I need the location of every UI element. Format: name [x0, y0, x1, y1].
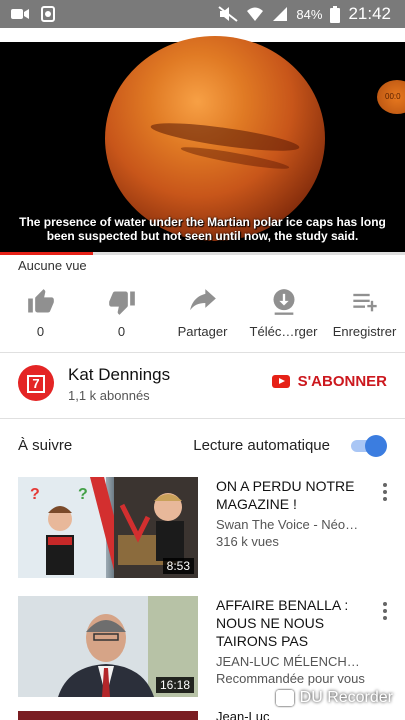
video-thumbnail[interactable]: 16:18 [18, 596, 198, 697]
toggle-knob [365, 435, 387, 457]
list-item[interactable]: Jean-Luc [0, 709, 405, 720]
recorder-watermark: DU Recorder [275, 689, 393, 707]
download-icon [273, 289, 294, 315]
divider [0, 418, 405, 419]
dislike-button[interactable]: 0 [81, 280, 162, 352]
list-item[interactable]: ? ? 8:53 ON A PERDU NOTRE MAGAZINE ! Swa… [0, 477, 405, 582]
video-title[interactable]: AFFAIRE BENALLA : NOUS NE NOUS TAIRONS P… [216, 596, 366, 650]
video-player[interactable]: 00:0 The presence of water under the Mar… [0, 28, 405, 254]
save-button[interactable]: Enregistrer [324, 280, 405, 352]
download-button[interactable]: Téléc…rger [243, 280, 324, 352]
channel-row[interactable]: 7 Kat Dennings 1,1 k abonnés S'ABONNER [0, 353, 405, 417]
download-label: Téléc…rger [249, 324, 318, 339]
video-subtitle: The presence of water under the Martian … [19, 215, 386, 243]
autoplay-label: Lecture automatique [193, 437, 330, 454]
view-count: Aucune vue [18, 258, 87, 273]
mute-icon [218, 6, 239, 22]
video-channel: Swan The Voice - Néo… [216, 517, 359, 532]
recycle-notification-icon [41, 6, 55, 22]
camera-icon [275, 690, 294, 706]
dislike-count: 0 [117, 324, 126, 339]
video-progress-fill [0, 252, 94, 255]
thumbs-up-icon [27, 289, 54, 313]
video-duration: 8:53 [162, 558, 194, 574]
more-options-icon[interactable] [381, 483, 389, 501]
watermark-text: DU Recorder [299, 689, 393, 706]
share-label: Partager [177, 324, 228, 339]
svg-text:?: ? [30, 486, 40, 503]
video-recommendation: Recommandée pour vous [216, 671, 365, 686]
add-to-playlist-icon [352, 293, 377, 312]
video-channel: JEAN-LUC MÉLENCH… [216, 654, 360, 669]
clock: 21:42 [348, 4, 391, 23]
battery-percent: 84% [296, 6, 323, 22]
video-title[interactable]: Jean-Luc [216, 709, 269, 720]
subscribe-button[interactable]: S'ABONNER [271, 373, 387, 390]
video-views: 316 k vues [216, 534, 279, 549]
svg-text:?: ? [78, 486, 88, 503]
video-duration: 16:18 [155, 677, 194, 693]
video-title[interactable]: ON A PERDU NOTRE MAGAZINE ! [216, 477, 366, 513]
status-bar: 84% 21:42 [0, 0, 405, 28]
list-item[interactable]: 16:18 AFFAIRE BENALLA : NOUS NE NOUS TAI… [0, 596, 405, 701]
channel-avatar[interactable]: 7 [18, 365, 54, 401]
action-bar: 0 0 Partager Téléc…rger Enregistrer [0, 280, 405, 352]
video-progress-bar[interactable] [0, 252, 405, 255]
overlay-timer-badge[interactable]: 00:0 [377, 80, 405, 114]
thumbs-down-icon [108, 291, 135, 315]
subscribe-label: S'ABONNER [297, 373, 387, 390]
autoplay-toggle[interactable] [349, 435, 387, 457]
share-icon [189, 289, 216, 311]
share-button[interactable]: Partager [162, 280, 243, 352]
like-count: 0 [36, 324, 45, 339]
like-button[interactable]: 0 [0, 280, 81, 352]
subscriber-count: 1,1 k abonnés [68, 388, 150, 403]
video-thumbnail[interactable]: ? ? 8:53 [18, 477, 198, 578]
wifi-icon [247, 7, 264, 21]
save-label: Enregistrer [332, 324, 397, 339]
up-next-label: À suivre [18, 437, 73, 454]
video-thumbnail[interactable] [18, 711, 198, 720]
more-options-icon[interactable] [381, 602, 389, 620]
signal-icon [273, 7, 288, 21]
channel-name[interactable]: Kat Dennings [68, 365, 170, 385]
battery-icon [330, 5, 341, 23]
video-camera-icon [11, 9, 29, 19]
youtube-logo-icon [271, 375, 290, 388]
